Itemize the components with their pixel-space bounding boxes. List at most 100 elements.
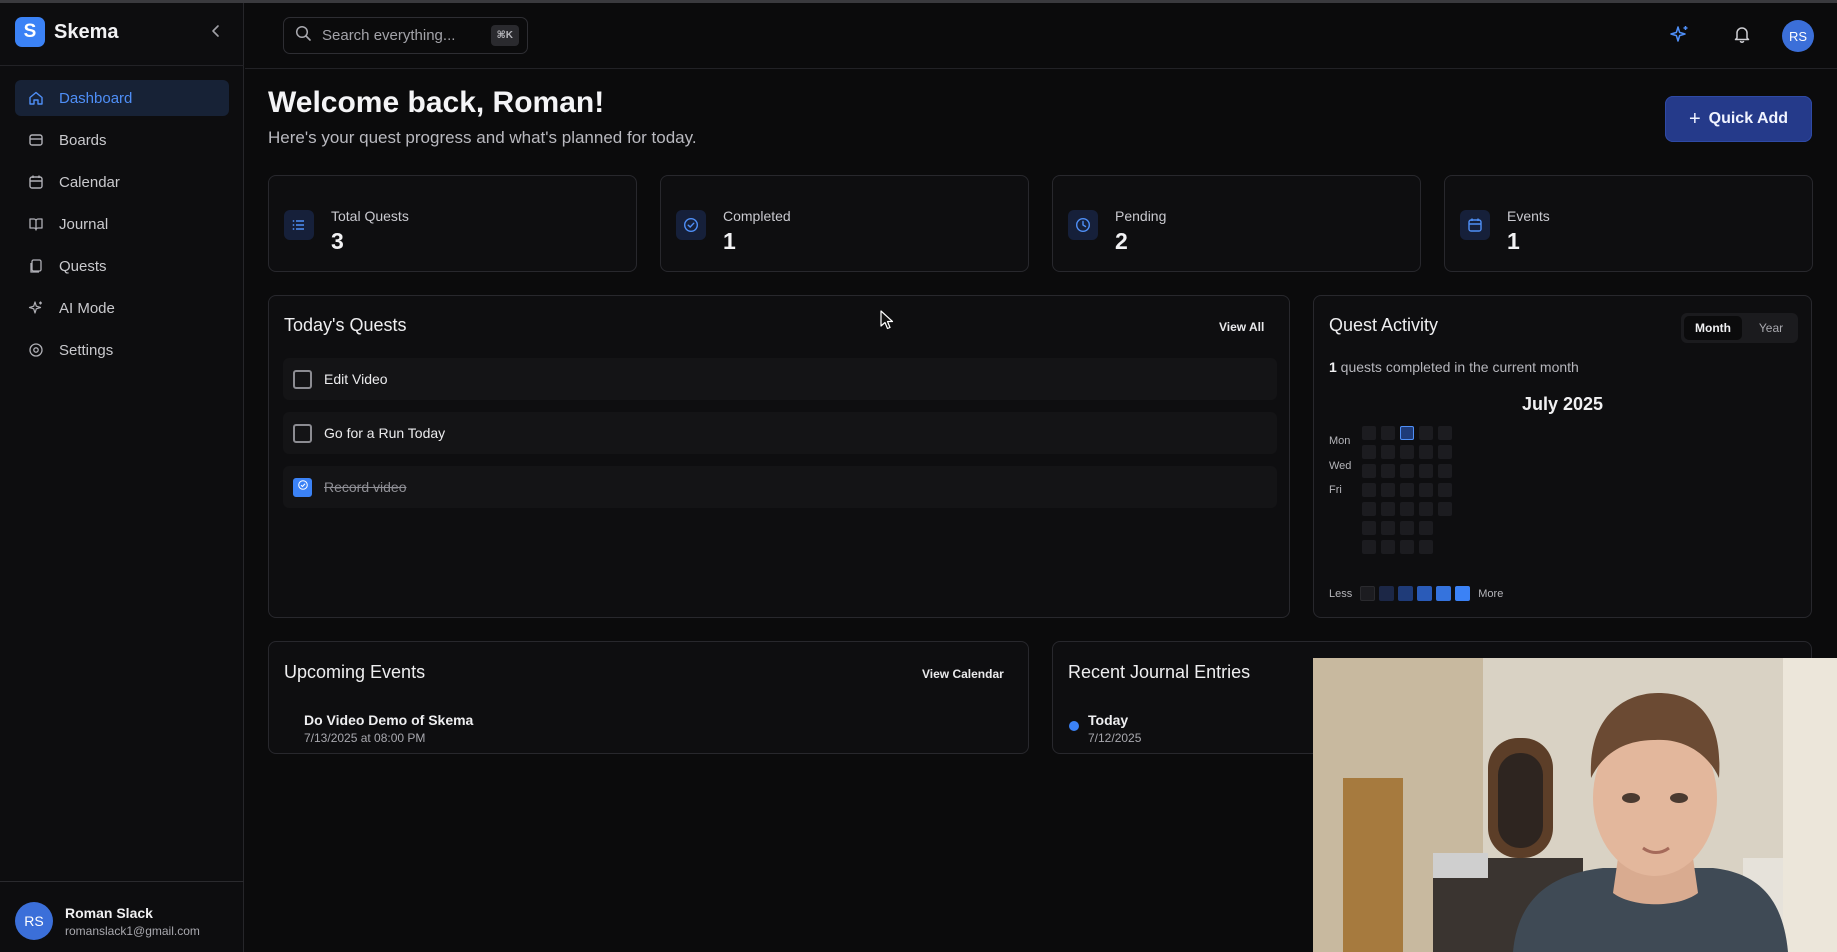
- activity-month: July 2025: [1521, 394, 1604, 414]
- heatmap-cell: [1400, 445, 1414, 459]
- heatmap-cell: [1438, 426, 1452, 440]
- sidebar: S Skema Dashboard Boards Calendar Journa…: [0, 3, 244, 952]
- sidebar-nav: Dashboard Boards Calendar Journal Quests: [15, 80, 229, 374]
- quest-label: Go for a Run Today: [324, 425, 446, 441]
- activity-count: 1: [1329, 359, 1337, 375]
- plus-icon: +: [1688, 107, 1701, 130]
- legend-swatch: [1417, 586, 1433, 601]
- quick-add-button[interactable]: + Quick Add: [1665, 96, 1812, 142]
- list-icon: [284, 210, 314, 240]
- sidebar-footer-divider: [0, 881, 244, 882]
- stat-label: Completed: [723, 208, 791, 224]
- search-input[interactable]: Search everything... ⌘K: [283, 17, 528, 54]
- heatmap-cell: [1419, 540, 1433, 554]
- heatmap-cell: [1400, 464, 1414, 478]
- quest-row[interactable]: Go for a Run Today: [283, 412, 1277, 454]
- search-placeholder: Search everything...: [322, 27, 456, 44]
- activity-summary-text: quests completed in the current month: [1336, 359, 1579, 375]
- heatmap-cell: [1381, 502, 1395, 516]
- user-profile[interactable]: RS Roman Slack romanslack1@gmail.com: [15, 902, 200, 940]
- stat-card-events: Events 1: [1444, 175, 1813, 272]
- day-label: Wed: [1329, 460, 1352, 472]
- heatmap-cell: [1438, 464, 1452, 478]
- heatmap-cell: [1381, 483, 1395, 497]
- heatmap-cell: [1419, 483, 1433, 497]
- heatmap-cell: [1362, 464, 1376, 478]
- notifications-button[interactable]: [1731, 25, 1753, 47]
- day-label: Fri: [1329, 484, 1342, 496]
- sidebar-item-boards[interactable]: Boards: [15, 122, 229, 158]
- journal-entry-title[interactable]: Today: [1088, 712, 1128, 728]
- check-circle-icon: [676, 210, 706, 240]
- heatmap-cell: [1362, 540, 1376, 554]
- collapse-sidebar-button[interactable]: [206, 23, 226, 43]
- sidebar-item-calendar[interactable]: Calendar: [15, 164, 229, 200]
- quest-row[interactable]: Record video: [283, 466, 1277, 508]
- archive-icon: [27, 131, 45, 149]
- tab-year[interactable]: Year: [1747, 316, 1795, 340]
- legend-swatch: [1360, 586, 1376, 601]
- search-shortcut: ⌘K: [490, 25, 519, 46]
- avatar: RS: [15, 902, 53, 940]
- sidebar-item-label: Quests: [59, 257, 107, 275]
- view-all-button[interactable]: View All: [1219, 320, 1264, 334]
- quest-checkbox[interactable]: [293, 369, 312, 389]
- brand[interactable]: S Skema: [15, 17, 119, 47]
- quest-row[interactable]: Edit Video: [283, 358, 1277, 400]
- quest-label: Record video: [324, 479, 407, 495]
- sidebar-divider: [0, 65, 244, 66]
- sidebar-item-label: Dashboard: [59, 89, 133, 107]
- heatmap-cell: [1381, 521, 1395, 535]
- heatmap-cell: [1400, 426, 1414, 440]
- sparkles-icon: [1670, 24, 1690, 49]
- heatmap-cell: [1419, 445, 1433, 459]
- heatmap-cell: [1362, 426, 1376, 440]
- legend-swatch: [1455, 586, 1471, 601]
- header-avatar[interactable]: RS: [1782, 20, 1814, 52]
- event-date: 7/13/2025 at 08:00 PM: [304, 731, 426, 745]
- legend-swatch: [1398, 586, 1414, 601]
- check-icon: [297, 478, 309, 496]
- journal-entry-date: 7/12/2025: [1088, 731, 1142, 745]
- panel-title: Today's Quests: [284, 315, 407, 335]
- stat-card-total-quests: Total Quests 3: [268, 175, 637, 272]
- heatmap-cell: [1400, 521, 1414, 535]
- quest-label: Edit Video: [324, 371, 388, 387]
- heatmap-cell: [1438, 502, 1452, 516]
- sidebar-item-quests[interactable]: Quests: [15, 248, 229, 284]
- heatmap-legend: Less More: [1329, 586, 1503, 601]
- sidebar-item-label: Calendar: [59, 173, 120, 191]
- sidebar-item-journal[interactable]: Journal: [15, 206, 229, 242]
- panel-title: Quest Activity: [1329, 315, 1439, 335]
- heatmap-cell: [1362, 521, 1376, 535]
- heatmap-cell: [1438, 445, 1452, 459]
- page-subtitle: Here's your quest progress and what's pl…: [268, 128, 697, 147]
- sidebar-item-ai-mode[interactable]: AI Mode: [15, 290, 229, 326]
- heatmap-cell: [1362, 502, 1376, 516]
- bell-icon: [1733, 25, 1751, 48]
- quest-checkbox[interactable]: [293, 423, 312, 443]
- view-calendar-button[interactable]: View Calendar: [922, 667, 1004, 681]
- panel-title: Recent Journal Entries: [1068, 662, 1251, 682]
- heatmap-cell: [1419, 502, 1433, 516]
- quest-checkbox-checked[interactable]: [293, 477, 312, 497]
- sidebar-item-label: AI Mode: [59, 299, 115, 317]
- event-title[interactable]: Do Video Demo of Skema: [304, 712, 473, 728]
- sidebar-item-dashboard[interactable]: Dashboard: [15, 80, 229, 116]
- calendar-icon: [1460, 210, 1490, 240]
- clock-icon: [1068, 210, 1098, 240]
- tab-month[interactable]: Month: [1684, 316, 1742, 340]
- heatmap-cell: [1362, 483, 1376, 497]
- page-title: Welcome back, Roman!: [268, 86, 605, 119]
- heatmap-cell: [1438, 483, 1452, 497]
- heatmap-cell: [1381, 445, 1395, 459]
- entry-dot: [1069, 721, 1079, 731]
- sidebar-item-settings[interactable]: Settings: [15, 332, 229, 368]
- sidebar-item-label: Journal: [59, 215, 109, 233]
- ai-assistant-button[interactable]: [1669, 25, 1691, 47]
- brand-logo: S: [15, 17, 45, 47]
- sparkles-icon: [27, 299, 45, 317]
- heatmap-cell: [1381, 464, 1395, 478]
- stat-label: Events: [1507, 208, 1550, 224]
- top-header: Search everything... ⌘K RS: [245, 3, 1837, 69]
